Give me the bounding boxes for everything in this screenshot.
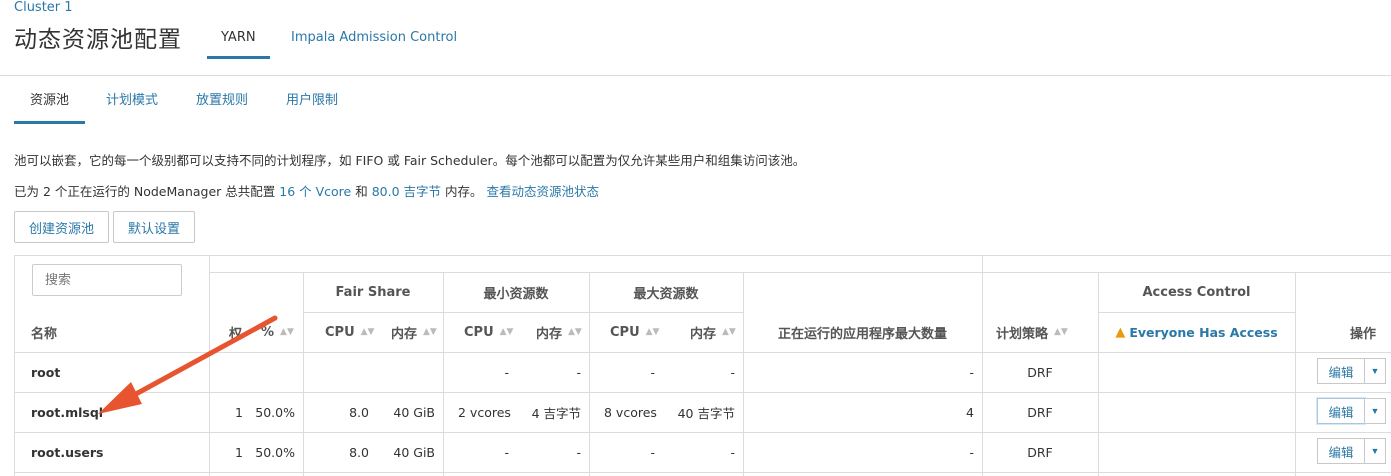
- sort-icon: ▲▼: [280, 327, 294, 337]
- sort-icon: ▲▼: [1054, 327, 1068, 337]
- view-pool-status-link[interactable]: 查看动态资源池状态: [486, 184, 599, 199]
- search-input[interactable]: [32, 264, 182, 296]
- cell-scheduling-policy: DRF: [1027, 364, 1053, 380]
- sort-icon: ▲▼: [645, 327, 660, 337]
- subtab-resource-pools[interactable]: 资源池: [14, 92, 86, 124]
- summary-prefix: 已为 2 个正在运行的 NodeManager 总共配置: [14, 184, 280, 199]
- max-cpu-label: CPU: [610, 324, 640, 340]
- column-header-max-cpu[interactable]: CPU ▲▼: [610, 312, 670, 352]
- group-header-fair-share: Fair Share: [335, 284, 411, 300]
- min-memory-label: 内存: [536, 326, 563, 342]
- summary-and: 和: [351, 184, 372, 199]
- column-header-min-cpu[interactable]: CPU ▲▼: [464, 312, 524, 352]
- cell-fs-cpu: 8.0: [349, 444, 369, 460]
- chevron-down-icon[interactable]: ▼: [1364, 358, 1386, 384]
- column-header-max-memory[interactable]: 内存 ▲▼: [690, 312, 742, 352]
- column-header-name[interactable]: 名称: [31, 312, 201, 352]
- column-header-max-running-apps[interactable]: 正在运行的应用程序最大数量: [743, 312, 982, 352]
- chevron-down-icon[interactable]: ▼: [1364, 438, 1386, 464]
- sort-icon: ▲▼: [423, 327, 437, 337]
- default-settings-button[interactable]: 默认设置: [113, 211, 195, 243]
- row-name-root-users[interactable]: root.users: [31, 432, 201, 472]
- everyone-access-label: Everyone Has Access: [1129, 324, 1278, 340]
- resource-pool-table: Fair Share 最小资源数 最大资源数 Access Control 名称…: [14, 255, 1391, 476]
- cell-min-memory: -: [576, 444, 581, 460]
- column-header-fs-memory[interactable]: 内存 ▲▼: [391, 312, 441, 352]
- sort-icon: ▲▼: [722, 327, 736, 337]
- cell-max-memory: -: [730, 444, 735, 460]
- cell-max-running-apps: 4: [966, 404, 974, 420]
- cell-max-cpu: 8 vcores: [604, 404, 657, 420]
- page-title: 动态资源池配置: [14, 27, 182, 53]
- tab-impala-admission-control[interactable]: Impala Admission Control: [277, 29, 471, 59]
- sort-icon: ▲▼: [360, 327, 375, 337]
- summary-suffix: 内存。: [441, 184, 487, 199]
- cell-min-cpu: -: [504, 364, 509, 380]
- cell-percent: 50.0%: [255, 444, 295, 460]
- column-header-everyone-access[interactable]: ▲ Everyone Has Access: [1098, 312, 1295, 352]
- group-header-min-resources: 最小资源数: [483, 286, 549, 302]
- cell-fs-memory: 40 GiB: [393, 444, 435, 460]
- chevron-down-icon[interactable]: ▼: [1364, 398, 1386, 424]
- cell-scheduling-policy: DRF: [1027, 404, 1053, 420]
- breadcrumb-cluster[interactable]: Cluster 1: [14, 0, 73, 15]
- group-header-max-resources: 最大资源数: [633, 286, 699, 302]
- subtab-scheduling-mode[interactable]: 计划模式: [90, 92, 174, 124]
- percent-label: %: [261, 324, 275, 340]
- edit-button[interactable]: 编辑: [1317, 438, 1365, 464]
- fs-memory-label: 内存: [391, 326, 418, 342]
- min-cpu-label: CPU: [464, 324, 494, 340]
- edit-button[interactable]: 编辑: [1317, 398, 1365, 424]
- row-name-root-mlsql[interactable]: root.mlsql: [31, 392, 201, 432]
- sort-icon: ▲▼: [499, 327, 514, 337]
- tab-yarn[interactable]: YARN: [207, 29, 270, 59]
- group-header-access-control: Access Control: [1142, 284, 1251, 300]
- max-memory-label: 内存: [690, 326, 717, 342]
- cell-percent: 50.0%: [255, 404, 295, 420]
- cell-fs-memory: 40 GiB: [393, 404, 435, 420]
- column-header-actions: 操作: [1350, 326, 1377, 342]
- cell-fs-cpu: 8.0: [349, 404, 369, 420]
- column-header-scheduling-policy[interactable]: 计划策略 ▲▼: [996, 312, 1096, 352]
- warning-icon: ▲: [1115, 324, 1126, 340]
- resource-summary: 已为 2 个正在运行的 NodeManager 总共配置 16 个 Vcore …: [14, 181, 599, 200]
- cell-max-memory: 40 吉字节: [677, 405, 735, 421]
- fs-cpu-label: CPU: [325, 324, 355, 340]
- edit-button[interactable]: 编辑: [1317, 358, 1365, 384]
- vcore-link[interactable]: 16 个 Vcore: [279, 184, 351, 199]
- cell-weight: 1: [235, 444, 243, 460]
- cell-weight: 1: [235, 404, 243, 420]
- policy-label: 计划策略: [996, 326, 1049, 342]
- memory-link[interactable]: 80.0 吉字节: [372, 184, 441, 199]
- column-header-percent[interactable]: % ▲▼: [261, 312, 301, 352]
- subtab-placement-rules[interactable]: 放置规则: [180, 92, 264, 124]
- subtab-user-limits[interactable]: 用户限制: [270, 92, 354, 124]
- column-header-weight[interactable]: 权: [229, 312, 259, 352]
- column-header-fs-cpu[interactable]: CPU ▲▼: [325, 312, 385, 352]
- cell-max-memory: -: [730, 364, 735, 380]
- cell-max-running-apps: -: [969, 444, 974, 460]
- pool-description: 池可以嵌套，它的每一个级别都可以支持不同的计划程序，如 FIFO 或 Fair …: [14, 153, 806, 168]
- page-header: Cluster 1 动态资源池配置 YARN Impala Admission …: [0, 0, 1391, 76]
- create-pool-button[interactable]: 创建资源池: [14, 211, 109, 243]
- cell-max-cpu: -: [650, 364, 655, 380]
- cell-scheduling-policy: DRF: [1027, 444, 1053, 460]
- cell-min-memory: -: [576, 364, 581, 380]
- cell-max-cpu: -: [650, 444, 655, 460]
- sort-icon: ▲▼: [568, 327, 582, 337]
- column-header-min-memory[interactable]: 内存 ▲▼: [536, 312, 588, 352]
- cell-min-cpu: -: [504, 444, 509, 460]
- row-name-root[interactable]: root: [31, 352, 201, 392]
- cell-max-running-apps: -: [969, 364, 974, 380]
- cell-min-memory: 4 吉字节: [531, 405, 581, 421]
